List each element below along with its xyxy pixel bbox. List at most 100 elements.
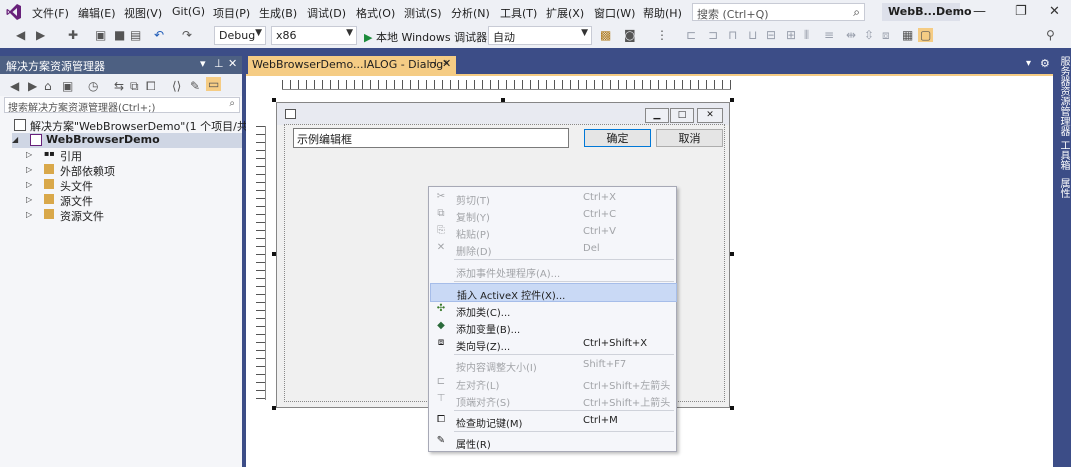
menu-item-size-to-content[interactable]: 按内容调整大小(I) Shift+F7 [430,356,675,374]
menu-project[interactable]: 项目(P) [213,5,250,21]
align-left-icon[interactable]: ⊏ [686,28,696,42]
pin-icon[interactable]: ⊣ [428,58,437,69]
ok-button[interactable]: 确定 [584,129,651,147]
resize-handle[interactable] [730,406,734,410]
expanded-icon[interactable]: ◢ [12,135,18,144]
collapsed-icon[interactable]: ▷ [26,180,32,189]
gear-icon[interactable]: ⚙ [1040,57,1050,70]
solution-search-input[interactable]: 搜索解决方案资源管理器(Ctrl+;) ⌕ [4,97,240,114]
chevron-down-icon[interactable]: ▾ [200,57,206,70]
forward-icon[interactable]: ▶ [28,79,37,93]
menu-file[interactable]: 文件(F) [32,5,69,21]
menu-item-copy[interactable]: ⧉ 复制(Y) Ctrl+C [430,206,675,224]
menu-separator [454,354,674,355]
tree-project[interactable]: ◢ WebBrowserDemo [12,133,242,148]
camera-icon[interactable]: ◙ [624,28,636,42]
same-width-icon[interactable]: ⇹ [846,28,856,42]
space-down-icon[interactable]: ≡ [824,28,834,42]
forward-icon[interactable]: ▶ [36,28,45,42]
show-all-files-icon[interactable]: ⧠ [146,79,156,94]
collapsed-icon[interactable]: ▷ [26,210,32,219]
browse-icon[interactable]: ▩ [600,28,611,42]
menu-item-add-class[interactable]: ✣ 添加类(C)... [430,301,675,319]
solution-explorer-title: 解决方案资源管理器 [6,60,105,73]
space-across-icon[interactable]: ⫴ [804,28,809,43]
align-right-icon[interactable]: ⊐ [708,28,718,42]
home-icon[interactable]: ⌂ [44,79,52,93]
rail-server-explorer[interactable]: 服务器资源管理器 [1056,56,1071,136]
mode-select[interactable]: 自动 ▼ [488,26,592,45]
platform-select[interactable]: x86 ▼ [271,26,357,45]
rail-toolbox[interactable]: 工具箱 [1056,140,1071,170]
menu-format[interactable]: 格式(O) [356,5,395,21]
pending-changes-icon[interactable]: ◷ [88,79,98,93]
menu-item-paste[interactable]: ⎘ 粘贴(P) Ctrl+V [430,223,675,241]
close-icon[interactable]: ✕ [228,57,237,70]
start-debugging-button[interactable]: ▶ 本地 Windows 调试器 ▼ [364,29,498,45]
center-vertical-icon[interactable]: ⊟ [766,28,776,42]
menu-item-add-event-handler[interactable]: 添加事件处理程序(A)... [430,262,675,280]
menu-item-class-wizard[interactable]: ⧈ 类向导(Z)... Ctrl+Shift+X [430,335,675,353]
save-icon[interactable]: ■ [114,28,125,42]
menu-window[interactable]: 窗口(W) [594,5,635,21]
tab-dialog-editor[interactable]: WebBrowserDemo...IALOG - Dialog* ⊣ ✕ [248,56,456,74]
menu-analyze[interactable]: 分析(N) [451,5,490,21]
restore-icon[interactable]: ❐ [1015,4,1027,19]
menu-item-delete[interactable]: ✕ 删除(D) Del [430,240,675,258]
menu-item-align-top[interactable]: ⊤ 顶端对齐(S) Ctrl+Shift+上箭头 [430,391,675,409]
menu-debug[interactable]: 调试(D) [307,5,346,21]
switch-view-icon[interactable]: ▣ [62,79,73,93]
resize-handle[interactable] [730,98,734,102]
open-folder-icon[interactable]: ▣ [95,28,106,42]
close-icon[interactable]: ✕ [1049,4,1060,19]
grid-icon[interactable]: ▦ [902,28,913,42]
menu-item-properties[interactable]: ✎ 属性(R) [430,433,675,451]
save-all-icon[interactable]: ▤ [130,28,141,42]
search-input[interactable]: 搜索 (Ctrl+Q) ⌕ [692,3,865,21]
same-height-icon[interactable]: ⇳ [864,28,874,42]
menu-test[interactable]: 测试(S) [404,5,442,21]
menu-tools[interactable]: 工具(T) [500,5,537,21]
cancel-button[interactable]: 取消 [656,129,723,147]
collapsed-icon[interactable]: ▷ [26,165,32,174]
menu-extensions[interactable]: 扩展(X) [546,5,584,21]
menu-item-cut[interactable]: ✂ 剪切(T) Ctrl+X [430,189,675,207]
redo-icon[interactable]: ↷ [182,28,192,42]
rail-properties[interactable]: 属性 [1056,178,1071,198]
collapsed-icon[interactable]: ▷ [26,195,32,204]
sync-icon[interactable]: ⇆ [114,79,124,93]
resize-handle[interactable] [730,252,734,256]
new-item-icon[interactable]: ✚ [68,28,78,42]
sample-edit-box[interactable]: 示例编辑框 [293,128,569,148]
back-icon[interactable]: ◀ [10,79,19,93]
tab-list-chevron-icon[interactable]: ▾ [1026,58,1031,69]
undo-icon[interactable]: ↶ [154,28,164,42]
menu-item-insert-activex[interactable]: 插入 ActiveX 控件(X)... [430,283,677,302]
back-icon[interactable]: ◀ [16,28,25,42]
guides-icon[interactable]: ▢ [918,28,934,42]
menu-git[interactable]: Git(G) [172,5,205,18]
config-select[interactable]: Debug ▼ [214,26,266,45]
layout-icon[interactable]: ⋮ [656,28,668,42]
preview-icon[interactable]: ▭ [206,77,222,91]
search-icon[interactable]: ⌕ [853,5,860,20]
menu-item-add-variable[interactable]: ◆ 添加变量(B)... [430,318,675,336]
menu-edit[interactable]: 编辑(E) [78,5,116,21]
center-horizontal-icon[interactable]: ⊞ [786,28,796,42]
align-bottom-icon[interactable]: ⊔ [748,28,757,42]
menu-build[interactable]: 生成(B) [259,5,297,21]
live-share-icon[interactable]: ⚲ [1046,28,1055,42]
minimize-icon[interactable]: — [973,4,986,19]
close-icon[interactable]: ✕ [442,57,451,70]
menu-item-check-mnemonics[interactable]: ⧠ 检查助记键(M) Ctrl+M [430,412,675,430]
menu-item-align-left[interactable]: ⊏ 左对齐(L) Ctrl+Shift+左箭头 [430,374,675,392]
wrench-icon[interactable]: ✎ [190,79,200,93]
menu-view[interactable]: 视图(V) [124,5,162,21]
code-icon[interactable]: ⟨⟩ [172,79,181,93]
same-size-icon[interactable]: ⧈ [882,28,890,43]
collapse-all-icon[interactable]: ⧉ [130,79,139,94]
pin-icon[interactable]: ⊥ [214,57,224,70]
menu-help[interactable]: 帮助(H) [643,5,682,21]
collapsed-icon[interactable]: ▷ [26,150,32,159]
align-top-icon[interactable]: ⊓ [728,28,737,42]
